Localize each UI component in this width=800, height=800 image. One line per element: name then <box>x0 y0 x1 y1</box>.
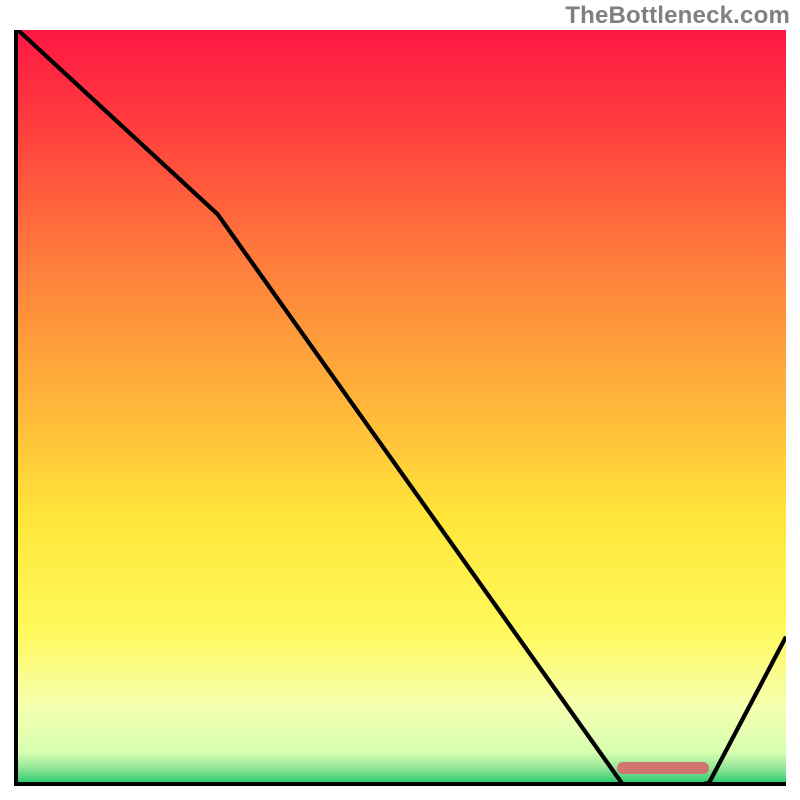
optimum-band-marker <box>617 762 709 774</box>
chart-stage: TheBottleneck.com <box>0 0 800 800</box>
watermark-text: TheBottleneck.com <box>565 2 790 30</box>
plot-area <box>14 30 786 786</box>
bottleneck-curve <box>18 30 786 786</box>
